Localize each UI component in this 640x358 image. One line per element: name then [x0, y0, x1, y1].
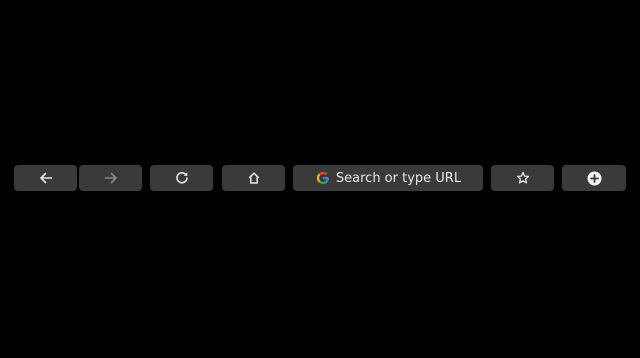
arrow-right-icon — [104, 172, 117, 184]
reload-icon — [175, 171, 188, 184]
search-url-button[interactable]: Search or type URL — [293, 165, 483, 191]
home-button[interactable] — [222, 165, 285, 191]
plus-circle-icon — [587, 171, 601, 185]
star-icon — [516, 171, 529, 184]
touch-bar: Search or type URL — [0, 0, 640, 358]
new-tab-button[interactable] — [562, 165, 626, 191]
arrow-left-icon — [39, 172, 52, 184]
home-icon — [248, 172, 259, 184]
bookmark-button[interactable] — [491, 165, 554, 191]
google-g-icon — [316, 171, 329, 185]
search-url-label: Search or type URL — [335, 170, 462, 186]
reload-button[interactable] — [150, 165, 213, 191]
back-button[interactable] — [14, 165, 77, 191]
forward-button[interactable] — [79, 165, 142, 191]
